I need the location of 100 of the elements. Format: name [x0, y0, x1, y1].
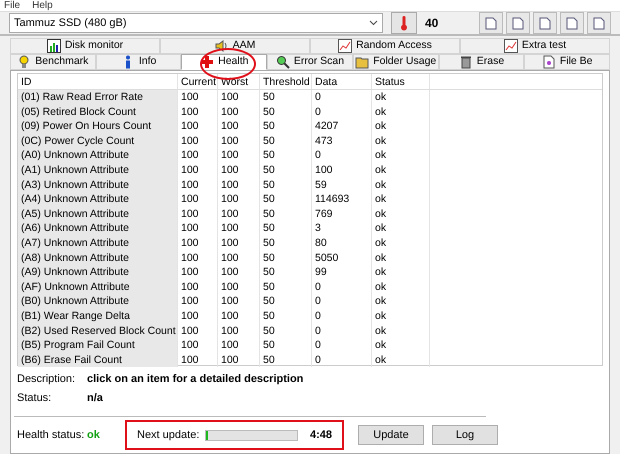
- tab[interactable]: Health: [181, 54, 268, 70]
- table-cell: 50: [260, 324, 312, 338]
- action-button[interactable]: Update: [358, 425, 424, 445]
- table-cell: 100: [218, 294, 260, 309]
- health-status-label: Health status:: [17, 428, 86, 443]
- tab[interactable]: Info: [96, 54, 182, 70]
- tab[interactable]: Extra test: [460, 38, 610, 54]
- table-cell: 100: [178, 119, 218, 134]
- document-icon: [512, 16, 524, 30]
- menu-item[interactable]: Help: [32, 0, 53, 11]
- temperature-reading: 40: [425, 15, 438, 32]
- table-cell: 100: [218, 338, 260, 353]
- table-cell: 100: [178, 338, 218, 353]
- column-header[interactable]: ID: [18, 74, 178, 89]
- table-cell: 100: [178, 308, 218, 324]
- toolbar-button[interactable]: [506, 12, 530, 34]
- table-cell: 100: [218, 324, 260, 338]
- table-cell: 100: [218, 90, 260, 105]
- table-cell: (A0) Unknown Attribute: [18, 148, 178, 163]
- table-cell: 473: [312, 134, 372, 148]
- table-cell: (A4) Unknown Attribute: [18, 192, 178, 207]
- bin-icon: [458, 55, 473, 69]
- table-cell: 50: [260, 104, 312, 120]
- table-cell: 100: [218, 104, 260, 120]
- temperature-button[interactable]: [391, 12, 417, 34]
- drive-dropdown[interactable]: Tammuz SSD (480 gB): [9, 13, 383, 33]
- tab[interactable]: Folder Usage: [352, 54, 439, 70]
- table-cell: 50: [260, 134, 312, 148]
- table-cell: 0: [312, 148, 372, 163]
- table-cell: 50: [260, 221, 312, 236]
- table-cell: (09) Power On Hours Count: [18, 119, 178, 134]
- table-cell: 100: [178, 104, 218, 120]
- table-cell: 50: [260, 338, 312, 353]
- table-cell: ok: [372, 104, 430, 120]
- tab[interactable]: File Be: [524, 54, 610, 70]
- table-cell: ok: [372, 352, 430, 368]
- table-cell: ok: [372, 280, 430, 294]
- description-label: Description:: [17, 372, 76, 387]
- column-header[interactable]: Data: [312, 74, 372, 89]
- document-icon: [593, 16, 605, 30]
- table-cell: 50: [260, 265, 312, 280]
- table-cell: 50: [260, 90, 312, 105]
- table-cell: ok: [372, 265, 430, 280]
- table-cell: 0: [312, 104, 372, 120]
- table-cell: 50: [260, 280, 312, 294]
- action-button[interactable]: Log: [432, 425, 498, 445]
- table-cell: (A9) Unknown Attribute: [18, 265, 178, 280]
- countdown-time: 4:48: [310, 428, 332, 443]
- table-cell: 100: [178, 280, 218, 294]
- table-cell: 100: [178, 236, 218, 251]
- document-icon: [485, 16, 497, 30]
- table-cell: 0: [312, 280, 372, 294]
- tab[interactable]: AAM: [160, 38, 310, 54]
- table-cell: ok: [372, 90, 430, 105]
- menu-item[interactable]: File: [4, 0, 20, 11]
- table-cell: (AF) Unknown Attribute: [18, 280, 178, 294]
- column-header[interactable]: Current: [178, 74, 218, 89]
- table-cell: 0: [312, 324, 372, 338]
- table-cell: 100: [178, 221, 218, 236]
- table-cell: ok: [372, 119, 430, 134]
- table-cell: 50: [260, 119, 312, 134]
- table-cell: 100: [218, 221, 260, 236]
- table-cell: 0: [312, 352, 372, 368]
- lightbulb-icon: [17, 55, 32, 69]
- column-header[interactable]: Threshold: [260, 74, 312, 89]
- table-cell: 100: [178, 178, 218, 192]
- tab[interactable]: Error Scan: [267, 54, 353, 70]
- toolbar-button[interactable]: [479, 12, 503, 34]
- status-label: Status:: [17, 390, 52, 406]
- table-cell: 4207: [312, 119, 372, 134]
- table-cell: 5050: [312, 250, 372, 266]
- column-header[interactable]: Status: [372, 74, 430, 89]
- table-cell: (B0) Unknown Attribute: [18, 294, 178, 309]
- table-cell: 50: [260, 308, 312, 324]
- cross-icon: [200, 55, 214, 69]
- table-cell: (B2) Used Reserved Block Count: [18, 324, 178, 338]
- toolbar-button[interactable]: [533, 12, 557, 34]
- tab[interactable]: Erase: [438, 54, 524, 70]
- description-text: click on an item for a detailed description: [87, 372, 304, 387]
- table-cell: ok: [372, 250, 430, 266]
- table-cell: (B6) Erase Fail Count: [18, 352, 178, 368]
- table-cell: ok: [372, 134, 430, 148]
- table-cell: 59: [312, 178, 372, 192]
- bar-chart-icon: [46, 39, 61, 53]
- table-cell: 100: [312, 162, 372, 178]
- table-cell: 100: [178, 265, 218, 280]
- speaker-icon: [214, 39, 229, 53]
- status-text: n/a: [87, 390, 103, 406]
- table-cell: 50: [260, 148, 312, 163]
- chart-icon: [504, 39, 518, 53]
- toolbar-button[interactable]: [587, 12, 611, 34]
- tab[interactable]: Random Access: [310, 38, 460, 54]
- table-cell: 100: [178, 206, 218, 222]
- table-cell: 99: [312, 265, 372, 280]
- table-cell: 100: [178, 250, 218, 266]
- table-cell: ok: [372, 178, 430, 192]
- toolbar-button[interactable]: [560, 12, 584, 34]
- tab[interactable]: Benchmark: [10, 54, 96, 70]
- tab[interactable]: Disk monitor: [10, 38, 160, 54]
- table-cell: 100: [218, 265, 260, 280]
